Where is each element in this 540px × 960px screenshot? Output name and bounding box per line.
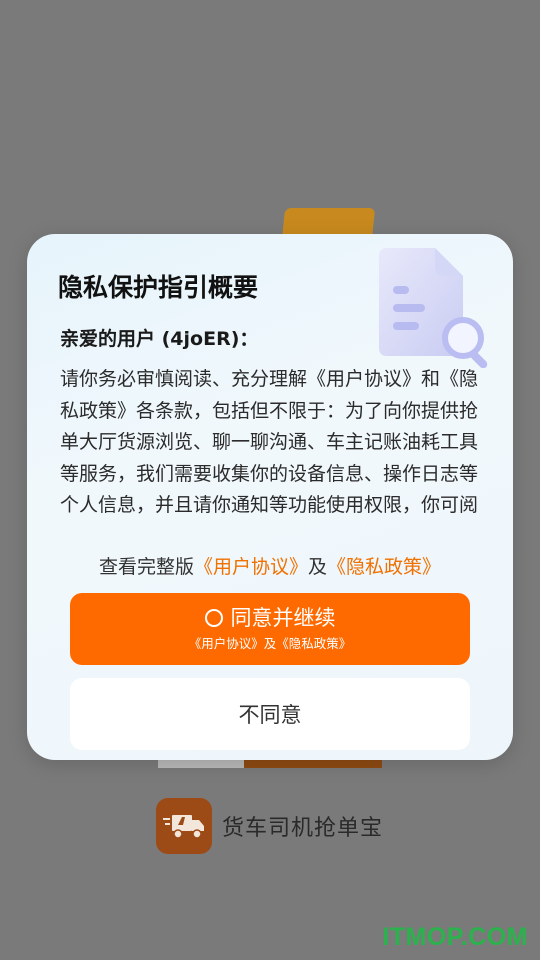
full-version-links: 查看完整版《用户协议》及《隐私政策》	[27, 552, 513, 579]
links-joiner: 及	[308, 556, 328, 578]
agreement-summary[interactable]: 亲爱的用户 (4joER)： 请你务必审慎阅读、充分理解《用户协议》和《隐私政策…	[60, 326, 480, 522]
disagree-button[interactable]: 不同意	[70, 678, 470, 750]
disagree-button-label: 不同意	[238, 703, 302, 727]
privacy-policy-link[interactable]: 《隐私政策》	[327, 556, 441, 578]
watermark: ITMOP.COM	[382, 923, 528, 951]
dialog-title: 隐私保护指引概要	[58, 273, 259, 302]
agree-continue-button[interactable]: 同意并继续 《用户协议》及《隐私政策》	[70, 593, 470, 665]
radio-circle-icon	[204, 609, 223, 627]
links-prefix: 查看完整版	[98, 556, 194, 578]
app-name: 货车司机抢单宝	[222, 816, 384, 841]
agree-button-sublabel: 《用户协议》及《隐私政策》	[188, 636, 352, 651]
summary-text: 请你务必审慎阅读、充分理解《用户协议》和《隐私政策》各条款，包括但不限于：为了向…	[60, 368, 479, 516]
agree-button-label: 同意并继续	[230, 606, 336, 630]
truck-icon	[156, 798, 212, 854]
privacy-dialog: 隐私保护指引概要 亲爱的用户 (4joER)： 请你务必审慎阅读、充分理解《用户…	[27, 234, 513, 760]
greeting: 亲爱的用户 (4joER)：	[60, 328, 259, 350]
user-agreement-link[interactable]: 《用户协议》	[194, 556, 308, 578]
app-brand: 货车司机抢单宝	[156, 798, 383, 854]
